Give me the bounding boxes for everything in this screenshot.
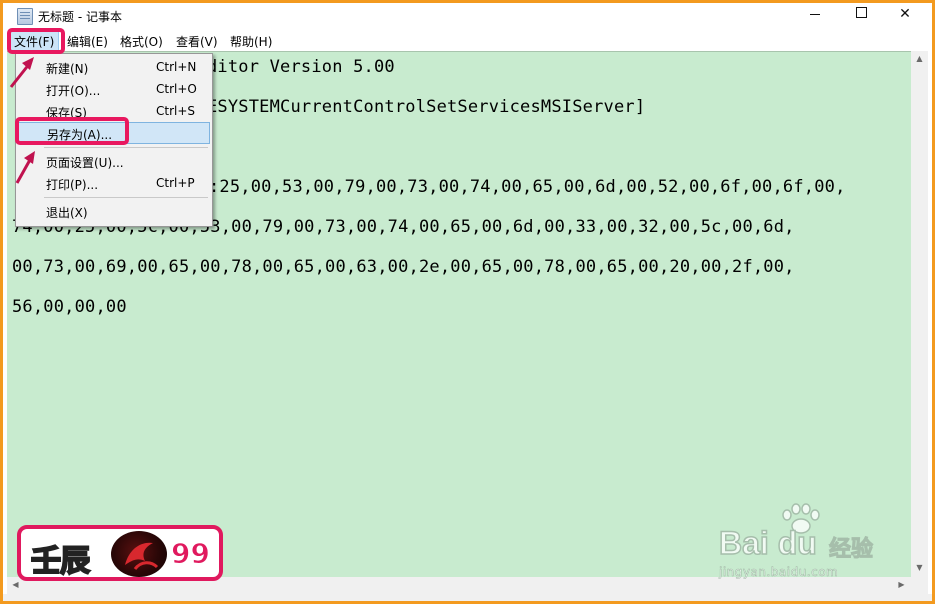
close-icon: ✕: [899, 6, 911, 22]
menu-item-shortcut: Ctrl+O: [156, 82, 197, 96]
window-bottom-edge: [3, 594, 932, 601]
baidu-logo: Bai du: [718, 524, 817, 562]
scroll-up-icon[interactable]: ▲: [911, 54, 928, 63]
minimize-icon: [810, 13, 820, 15]
pointer-arrow-icon: [9, 57, 34, 88]
vertical-scrollbar[interactable]: ▲ ▼: [911, 51, 928, 577]
baidu-url: jingyan.baidu.com: [719, 565, 839, 580]
maximize-icon: [855, 6, 867, 18]
baidu-jingyan-text: 经验: [828, 537, 874, 563]
menu-item-exit[interactable]: 退出(X): [18, 200, 210, 222]
baidu-watermark: Bai du 经验 jingyan.baidu.com: [718, 503, 909, 585]
menu-item-label: 退出(X): [46, 206, 88, 220]
menu-item-label: 新建(N): [46, 62, 89, 76]
menu-separator: [44, 197, 208, 198]
menu-item-label: 打印(P)...: [46, 178, 99, 192]
menu-separator: [44, 147, 208, 148]
notepad-window: 无标题 - 记事本 ✕ 文件(F) 编辑(E) 格式(O) 查看(V) 帮助(H…: [3, 3, 932, 601]
window-title: 无标题 - 记事本: [38, 10, 122, 24]
menu-item-open[interactable]: 打开(O)... Ctrl+O: [18, 78, 210, 100]
save-as-highlight: [15, 117, 129, 145]
menu-view[interactable]: 查看(V): [172, 32, 222, 51]
menu-item-shortcut: Ctrl+N: [156, 60, 197, 74]
editor-line: 56,00,00,00: [12, 297, 127, 317]
menu-item-new[interactable]: 新建(N) Ctrl+N: [18, 56, 210, 78]
menu-item-shortcut: Ctrl+S: [156, 104, 196, 118]
menu-bar: 文件(F) 编辑(E) 格式(O) 查看(V) 帮助(H): [3, 29, 932, 52]
scrollbar-corner: [911, 577, 928, 594]
editor-line: 00,73,00,69,00,65,00,78,00,65,00,63,00,2…: [12, 257, 795, 277]
scroll-left-icon[interactable]: ◀: [7, 580, 24, 589]
editor-line: ESYSTEMCurrentControlSetServicesMSIServe…: [207, 97, 646, 117]
menu-item-label: 打开(O)...: [46, 84, 101, 98]
menu-format[interactable]: 格式(O): [116, 32, 167, 51]
minimize-button[interactable]: [792, 3, 838, 27]
dragon-logo-icon: [111, 531, 167, 577]
menu-item-shortcut: Ctrl+P: [156, 176, 195, 190]
badge-text: 壬辰: [30, 543, 91, 580]
notepad-icon: [17, 8, 33, 25]
scroll-down-icon[interactable]: ▼: [911, 563, 928, 572]
editor-line: :25,00,53,00,79,00,73,00,74,00,65,00,6d,…: [209, 177, 846, 197]
menu-edit[interactable]: 编辑(E): [63, 32, 112, 51]
author-badge: 壬辰 99: [17, 525, 223, 581]
file-menu-highlight: [7, 28, 65, 54]
badge-number: 99: [171, 537, 211, 571]
menu-item-label: 页面设置(U)...: [46, 156, 124, 170]
menu-help[interactable]: 帮助(H): [226, 32, 276, 51]
menu-item-page-setup[interactable]: 页面设置(U)...: [18, 150, 210, 172]
menu-item-print[interactable]: 打印(P)... Ctrl+P: [18, 172, 210, 194]
pointer-arrow-icon: [15, 151, 35, 184]
maximize-button[interactable]: [838, 3, 884, 27]
title-bar: 无标题 - 记事本 ✕: [3, 3, 932, 29]
editor-line: ditor Version 5.00: [207, 57, 395, 77]
close-button[interactable]: ✕: [882, 3, 928, 27]
